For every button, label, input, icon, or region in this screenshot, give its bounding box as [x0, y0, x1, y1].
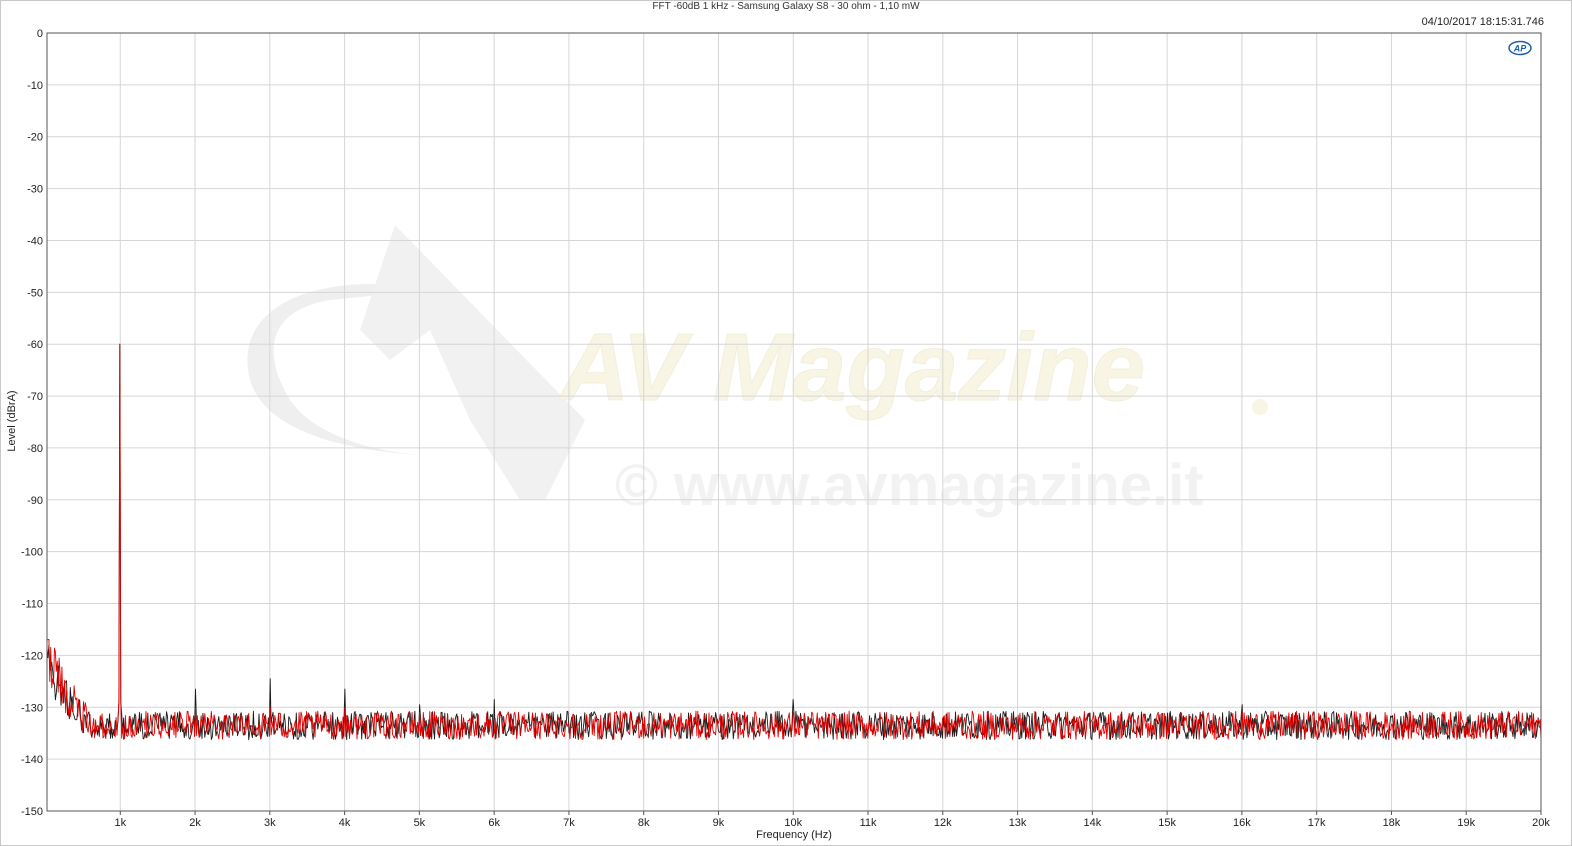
y-tick-label: -50: [27, 287, 43, 299]
y-tick-label: -120: [21, 650, 43, 662]
y-tick-label: -150: [21, 806, 43, 818]
x-tick-label: 10k: [784, 817, 802, 829]
y-tick-label: -130: [21, 702, 43, 714]
x-tick-label: 1k: [114, 817, 126, 829]
ap-logo-text: AP: [1513, 44, 1527, 54]
x-tick-label: 14k: [1083, 817, 1101, 829]
y-tick-label: -40: [27, 235, 43, 247]
y-tick-label: -80: [27, 443, 43, 455]
y-tick-label: -90: [27, 495, 43, 507]
chart-title: FFT -60dB 1 kHz - Samsung Galaxy S8 - 30…: [652, 1, 920, 12]
timestamp: 04/10/2017 18:15:31.746: [1421, 16, 1544, 28]
x-tick-label: 7k: [563, 817, 575, 829]
ap-logo-icon: AP: [1508, 40, 1532, 56]
y-tick-label: -10: [27, 80, 43, 92]
x-tick-label: 18k: [1383, 817, 1401, 829]
x-tick-label: 19k: [1457, 817, 1475, 829]
y-tick-label: -60: [27, 339, 43, 351]
x-tick-label: 15k: [1158, 817, 1176, 829]
x-tick-label: 9k: [713, 817, 725, 829]
x-tick-label: 8k: [638, 817, 650, 829]
y-tick-label: -30: [27, 184, 43, 196]
x-tick-label: 6k: [488, 817, 500, 829]
y-tick-label: -100: [21, 547, 43, 559]
x-tick-label: 2k: [189, 817, 201, 829]
x-tick-label: 13k: [1009, 817, 1027, 829]
y-tick-label: 0: [37, 28, 43, 40]
x-tick-label: 11k: [860, 817, 877, 829]
watermark: AV Magazine © www.avmagazine.it: [247, 225, 1268, 518]
y-axis-label: Level (dBrA): [6, 390, 18, 451]
chart-axes: 0 -10 -20 -30 -40 -50 -60 -70 -80 -90 -100 -110 -120…: [21, 28, 1550, 829]
watermark-brand-text: AV Magazine: [558, 314, 1145, 421]
x-tick-label: 20k: [1532, 817, 1550, 829]
y-tick-label: -110: [22, 599, 43, 611]
watermark-dot: [1252, 399, 1268, 415]
fft-chart: AV Magazine © www.avmagazine.it 0 -10 -20 -…: [6, 28, 1550, 841]
x-tick-label: 5k: [414, 817, 426, 829]
watermark-url-text: © www.avmagazine.it: [615, 453, 1204, 518]
x-tick-label: 16k: [1233, 817, 1251, 829]
chart-grid: [47, 32, 1542, 812]
x-tick-label: 17k: [1308, 817, 1326, 829]
x-tick-label: 12k: [934, 817, 952, 829]
y-tick-label: -140: [21, 754, 43, 766]
watermark-a-shape: [360, 225, 585, 500]
y-tick-label: -20: [27, 132, 43, 144]
x-tick-label: 3k: [264, 817, 276, 829]
x-axis-label: Frequency (Hz): [756, 829, 832, 841]
y-tick-label: -70: [27, 391, 43, 403]
x-tick-label: 4k: [339, 817, 351, 829]
